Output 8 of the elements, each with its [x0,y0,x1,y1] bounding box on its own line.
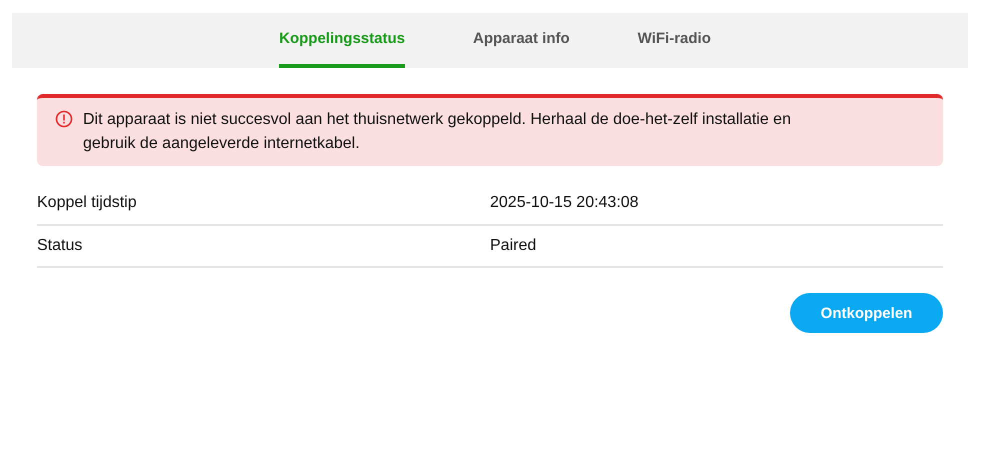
detail-value: Paired [490,237,536,255]
exclamation-icon [55,110,73,128]
detail-value: 2025-10-15 20:43:08 [490,194,639,212]
detail-label: Koppel tijdstip [37,194,137,212]
tab[interactable]: Apparaat info [472,13,570,68]
detail-label: Status [37,237,82,255]
alert-message: Dit apparaat is niet succesvol aan het thuisnetwerk gekoppeld. Herhaal de doe-het-zelf installatie en gebruik de aangeleverde internetkabel. [83,110,792,154]
tab[interactable]: WiFi-radio [638,13,711,68]
